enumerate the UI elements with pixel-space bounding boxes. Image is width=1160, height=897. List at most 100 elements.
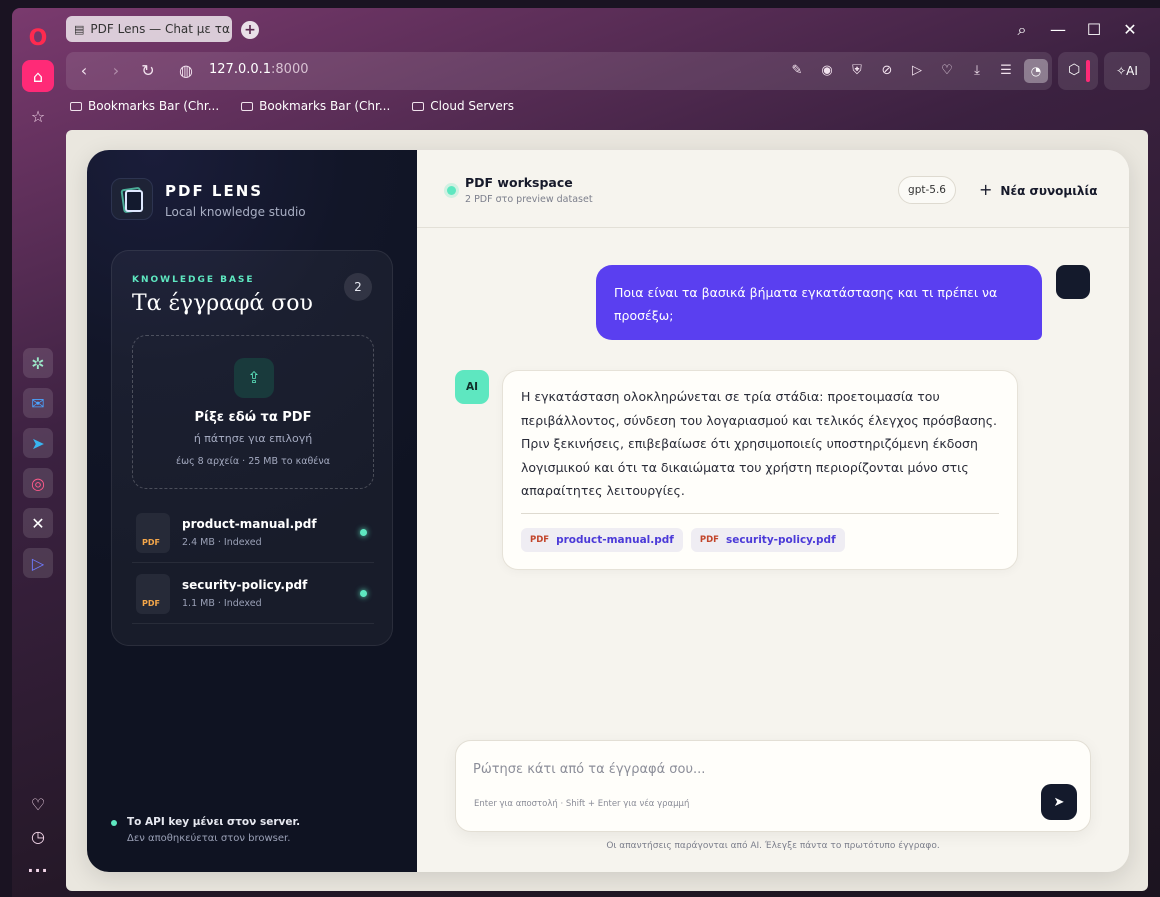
send-button[interactable]: ➤: [1041, 784, 1077, 820]
dropzone-limit: έως 8 αρχεία · 25 MB το καθένα: [176, 456, 330, 467]
maximize-button[interactable]: ☐: [1080, 16, 1108, 44]
kb-label: KNOWLEDGE BASE: [132, 275, 255, 285]
tab-title: PDF Lens — Chat με τα έγ: [90, 22, 232, 36]
document-count-badge: 2: [344, 273, 372, 301]
instagram-app-icon[interactable]: ◎: [23, 468, 53, 498]
api-status-dot: [111, 820, 117, 826]
source-chips: PDF product-manual.pdf PDF security-policy…: [521, 528, 999, 552]
profile-icon[interactable]: ◔: [1024, 59, 1048, 83]
shield-icon[interactable]: ⛨: [847, 61, 867, 81]
file-item[interactable]: PDF product-manual.pdf 2.4 MB · Indexed: [132, 503, 374, 563]
model-badge[interactable]: gpt-5.6: [898, 176, 956, 204]
bookmark-folder[interactable]: Cloud Servers: [408, 94, 518, 118]
close-window-button[interactable]: ✕: [1116, 16, 1144, 44]
source-chip[interactable]: PDF security-policy.pdf: [690, 528, 845, 552]
chat-area: PDF workspace 2 PDF στο preview dataset …: [417, 150, 1129, 872]
opera-logo-icon[interactable]: O: [22, 22, 54, 54]
pdf-dropzone[interactable]: ⇪ Ρίξε εδώ τα PDF ή πάτησε για επιλογή έ…: [132, 335, 374, 489]
history-clock-icon[interactable]: ◷: [22, 820, 54, 852]
vpn-icon[interactable]: ⊘: [877, 61, 897, 81]
indexed-status-dot: [360, 590, 367, 597]
ai-disclaimer: Οι απαντήσεις παράγονται από AI. Έλεγξε …: [606, 841, 940, 851]
file-name: product-manual.pdf: [182, 517, 317, 531]
url-text[interactable]: 127.0.0.1:8000: [209, 62, 309, 77]
address-row: ‹ › ↻ ◍ 127.0.0.1:8000 ✎ ◉ ⛨ ⊘ ▷ ♡ ⤓ ☰ ◔…: [66, 52, 1150, 92]
api-key-note-title: Το API key μένει στον server.: [127, 816, 301, 828]
play-icon[interactable]: ▷: [907, 61, 927, 81]
send-arrow-icon: ➤: [1053, 794, 1065, 809]
workspace-title: PDF workspace: [465, 175, 573, 190]
sparkle-icon: ✧: [1116, 64, 1127, 78]
chat-header: PDF workspace 2 PDF στο preview dataset …: [417, 150, 1129, 228]
file-item[interactable]: PDF security-policy.pdf 1.1 MB · Indexed: [132, 564, 374, 624]
pdf-file-icon: PDF: [136, 574, 170, 614]
file-name: security-policy.pdf: [182, 578, 308, 592]
minimize-button[interactable]: —: [1044, 16, 1072, 44]
browser-window: O ⌂ ☆ ✲ ✉ ➤ ◎ ✕ ▷ ♡ ◷ ··· ▤ PDF Lens — C…: [12, 8, 1160, 897]
search-tabs-icon[interactable]: ⌕: [1008, 16, 1036, 44]
message-composer: Enter για αποστολή · Shift + Enter για ν…: [455, 740, 1091, 832]
bookmarks-bar: Bookmarks Bar (Chr... Bookmarks Bar (Chr…: [66, 94, 518, 118]
folder-icon: [241, 101, 254, 111]
api-key-note-subtitle: Δεν αποθηκεύεται στον browser.: [127, 833, 291, 844]
folder-icon: [70, 101, 82, 111]
workspace-subtitle: 2 PDF στο preview dataset: [465, 194, 593, 205]
telegram-app-icon[interactable]: ➤: [23, 428, 53, 458]
pdf-lens-app: PDF LENS Local knowledge studio KNOWLEDG…: [87, 150, 1129, 872]
home-icon[interactable]: ⌂: [22, 60, 54, 92]
knowledge-sidebar: PDF LENS Local knowledge studio KNOWLEDG…: [87, 150, 417, 872]
composer-hint: Enter για αποστολή · Shift + Enter για ν…: [474, 799, 690, 809]
forward-icon[interactable]: ›: [106, 61, 126, 80]
new-chat-button[interactable]: + Νέα συνομιλία: [979, 180, 1097, 199]
dropzone-subtitle: ή πάτησε για επιλογή: [193, 432, 313, 445]
folder-icon: [412, 101, 425, 111]
edit-icon[interactable]: ✎: [787, 61, 807, 81]
plus-icon: +: [979, 180, 993, 199]
source-chip[interactable]: PDF product-manual.pdf: [521, 528, 683, 552]
easy-setup-icon[interactable]: ☰: [996, 61, 1016, 81]
bookmark-folder[interactable]: Bookmarks Bar (Chr...: [237, 94, 394, 118]
user-avatar: [1056, 265, 1090, 299]
cube-icon: ⬡: [1068, 62, 1081, 78]
site-info-globe-icon[interactable]: ◍: [176, 61, 196, 80]
camera-icon[interactable]: ◉: [817, 61, 837, 81]
browser-sidebar: O ⌂ ☆ ✲ ✉ ➤ ◎ ✕ ▷ ♡ ◷ ···: [12, 8, 64, 897]
chat-input[interactable]: [473, 757, 1033, 781]
bookmarks-star-icon[interactable]: ☆: [22, 100, 54, 132]
kb-title: Τα έγγραφά σου: [132, 291, 313, 316]
file-meta: 1.1 MB · Indexed: [182, 598, 262, 609]
reload-icon[interactable]: ↻: [138, 61, 158, 80]
file-meta: 2.4 MB · Indexed: [182, 537, 262, 548]
messenger-app-icon[interactable]: ✉: [23, 388, 53, 418]
brand-title: PDF LENS: [165, 182, 264, 200]
chatgpt-app-icon[interactable]: ✲: [23, 348, 53, 378]
extensions-button[interactable]: ⬡: [1058, 52, 1098, 90]
brand-subtitle: Local knowledge studio: [165, 205, 306, 219]
ai-message-bubble: Η εγκατάσταση ολοκληρώνεται σε τρία στάδ…: [502, 370, 1018, 570]
indexed-status-dot: [360, 529, 367, 536]
page-icon: ▤: [74, 22, 85, 36]
download-icon[interactable]: ⤓: [967, 61, 987, 81]
pdf-lens-logo-icon: [111, 178, 153, 220]
heart-outline-icon[interactable]: ♡: [937, 61, 957, 81]
active-tab[interactable]: ▤ PDF Lens — Chat με τα έγ: [66, 16, 232, 42]
divider: [521, 513, 999, 514]
back-icon[interactable]: ‹: [74, 61, 94, 80]
page-viewport: PDF LENS Local knowledge studio KNOWLEDG…: [66, 130, 1148, 891]
bookmark-folder[interactable]: Bookmarks Bar (Chr...: [66, 94, 223, 118]
extension-indicator: [1086, 60, 1090, 82]
heart-icon[interactable]: ♡: [22, 788, 54, 820]
upload-icon: ⇪: [234, 358, 274, 398]
new-tab-button[interactable]: +: [241, 21, 259, 39]
ai-avatar: AI: [455, 370, 489, 404]
address-bar[interactable]: ‹ › ↻ ◍ 127.0.0.1:8000 ✎ ◉ ⛨ ⊘ ▷ ♡ ⤓ ☰ ◔: [66, 52, 1052, 90]
x-app-icon[interactable]: ✕: [23, 508, 53, 538]
user-message-bubble: Ποια είναι τα βασικά βήματα εγκατάστασης…: [596, 265, 1042, 340]
workspace-status-dot: [447, 186, 456, 195]
ai-message-text: Η εγκατάσταση ολοκληρώνεται σε τρία στάδ…: [521, 389, 998, 498]
knowledge-base-card: KNOWLEDGE BASE Τα έγγραφά σου 2 ⇪ Ρίξε ε…: [111, 250, 393, 646]
more-dots-icon[interactable]: ···: [22, 854, 54, 886]
aria-ai-button[interactable]: ✧AI: [1104, 52, 1150, 90]
pdf-file-icon: PDF: [136, 513, 170, 553]
player-app-icon[interactable]: ▷: [23, 548, 53, 578]
